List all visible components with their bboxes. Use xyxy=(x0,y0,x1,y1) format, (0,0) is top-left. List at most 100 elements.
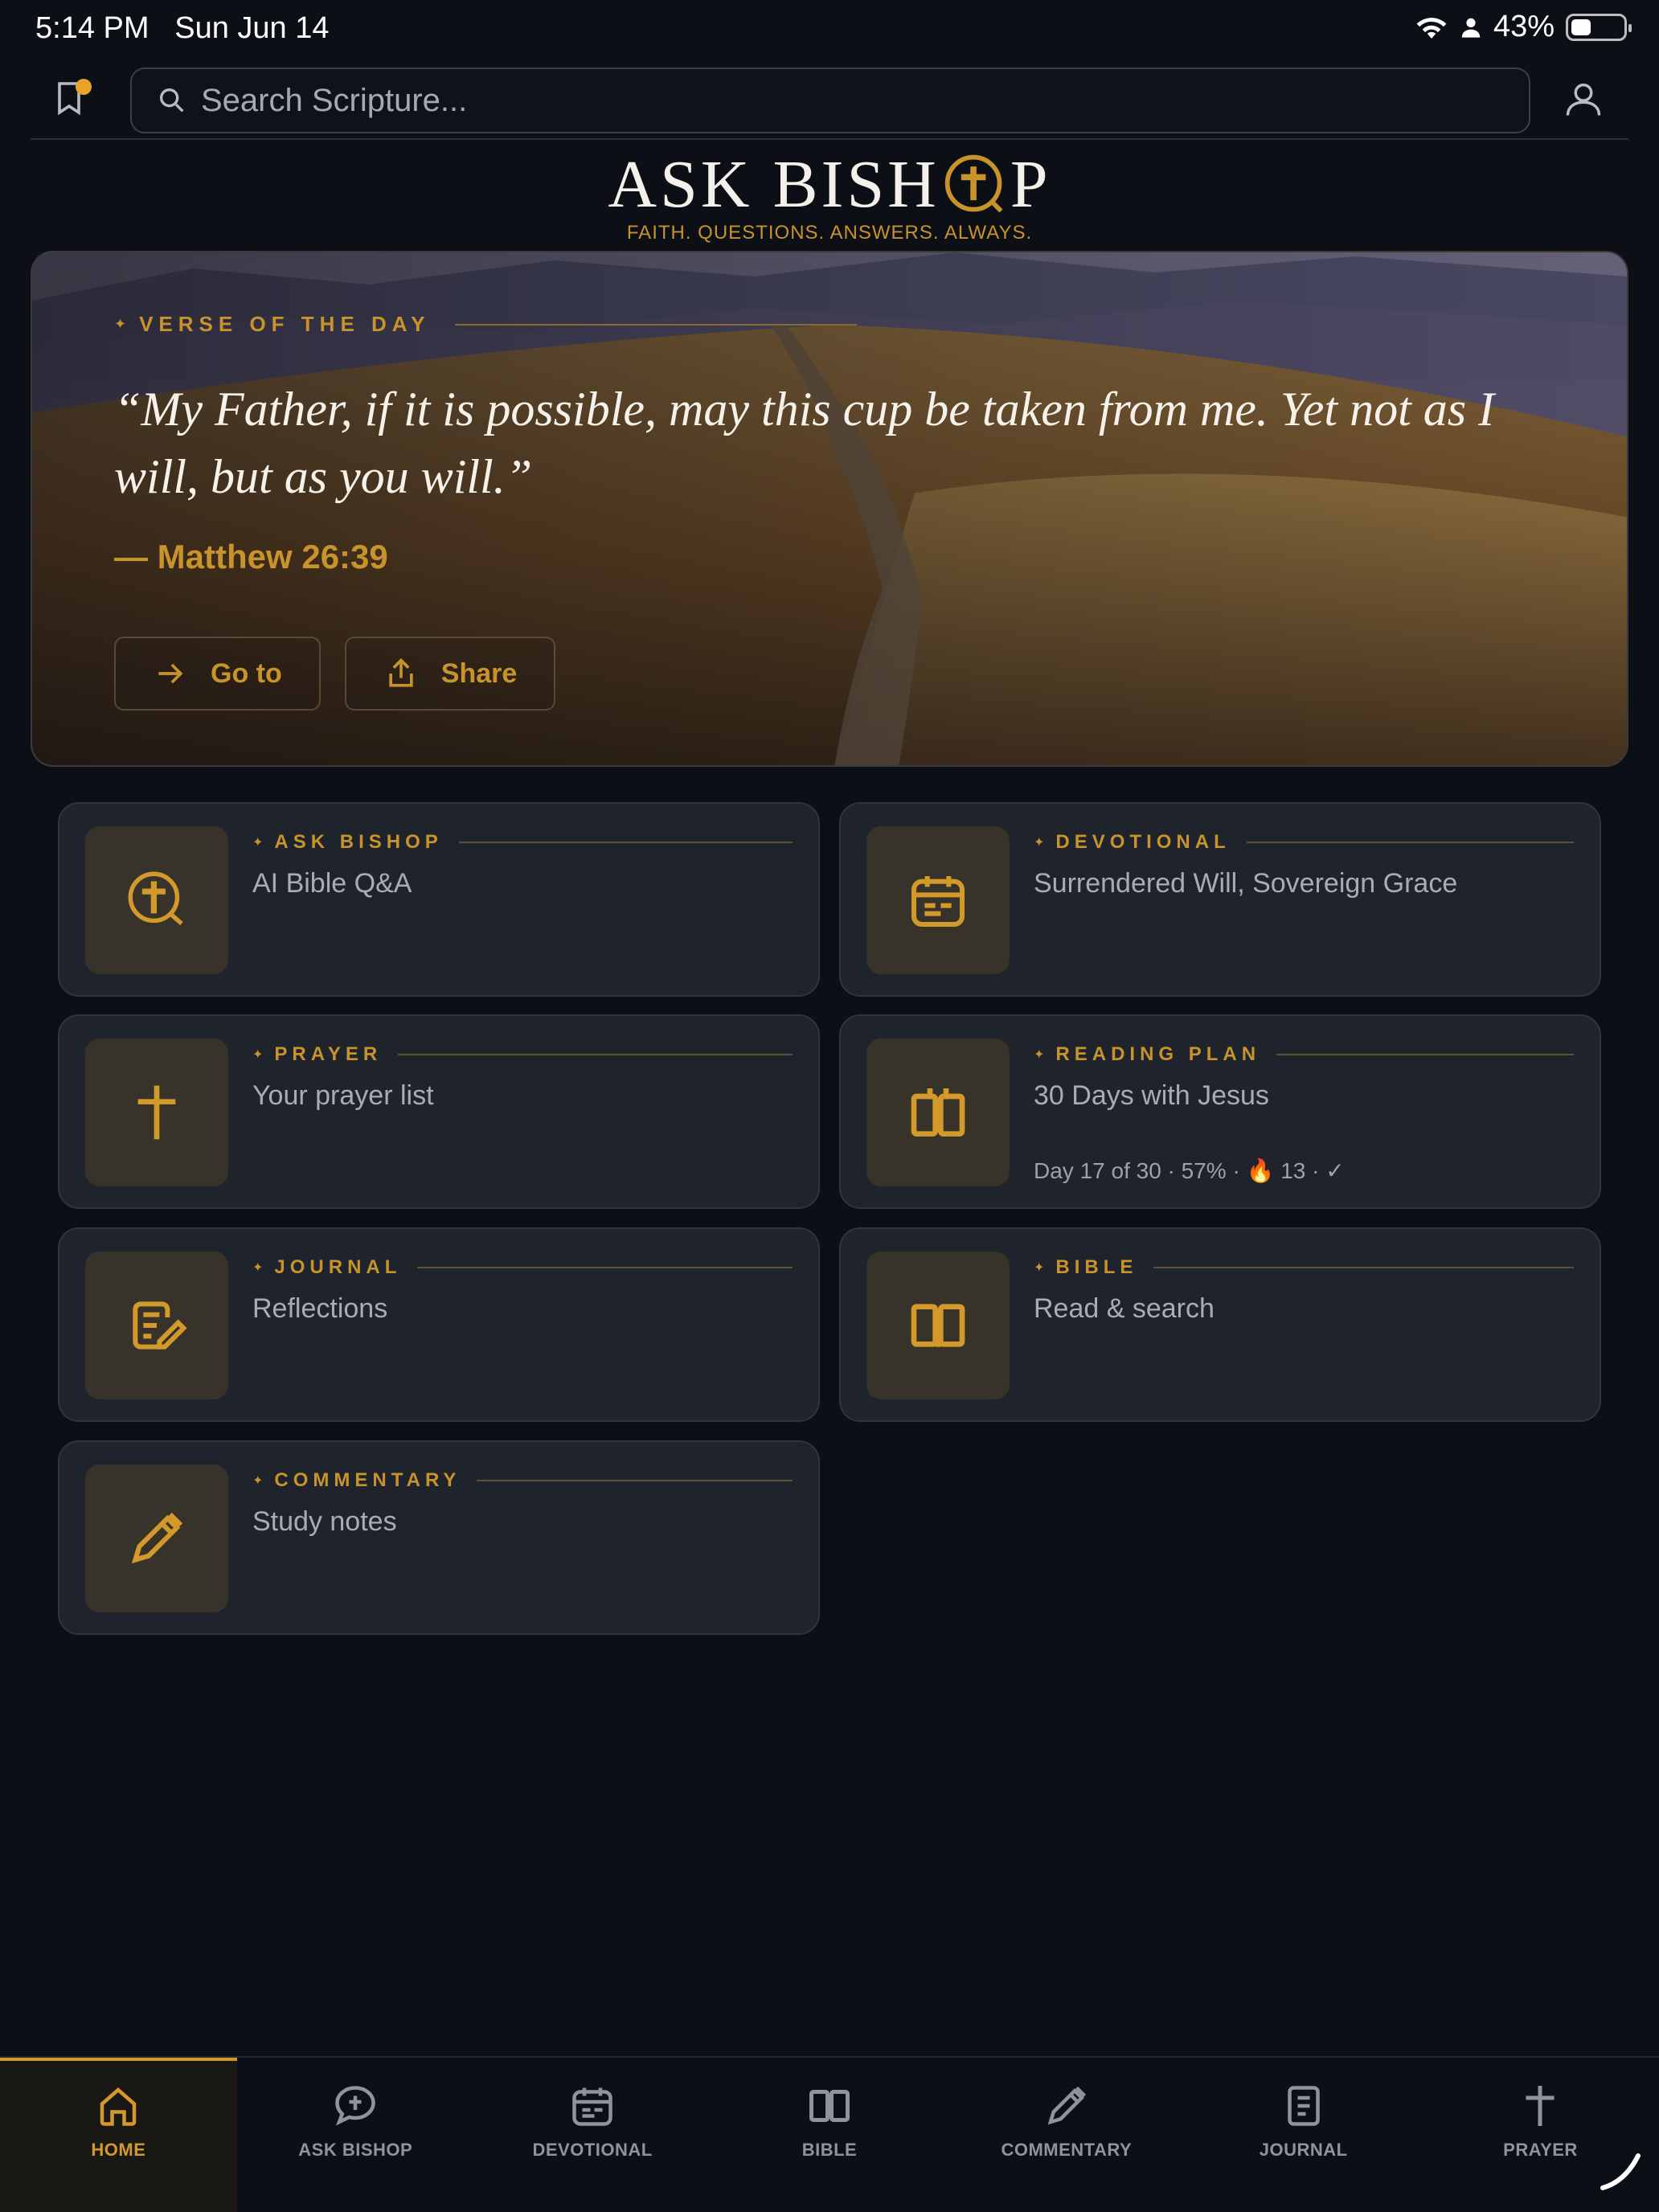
card-bible[interactable]: ✦ BIBLE Read & search xyxy=(839,1227,1601,1422)
book-icon xyxy=(911,1088,965,1137)
status-icons: 43% xyxy=(1415,10,1632,44)
nav-bible-label: BIBLE xyxy=(801,2140,858,2160)
nav-devotional[interactable]: DEVOTIONAL xyxy=(474,2058,711,2212)
status-bar: 5:14 PM Sun Jun 14 43% xyxy=(0,0,1659,61)
card-title: ✦ PRAYER xyxy=(252,1043,793,1066)
search-input[interactable] xyxy=(201,82,1487,119)
divider xyxy=(398,1054,793,1055)
share-button[interactable]: Share xyxy=(344,637,556,711)
logo-tagline: FAITH. QUESTIONS. ANSWERS. ALWAYS. xyxy=(626,222,1033,244)
nav-bible[interactable]: BIBLE xyxy=(711,2058,948,2212)
card-title: ✦ ASK BISHOP xyxy=(252,831,793,854)
cross-chat-icon xyxy=(944,154,1003,213)
card-icon-tile xyxy=(866,1251,1010,1399)
divider xyxy=(454,323,857,326)
card-subtitle: AI Bible Q&A xyxy=(252,868,412,899)
verse-content: ✦ VERSE OF THE DAY “My Father, if it is … xyxy=(114,312,1563,576)
search-bar[interactable] xyxy=(130,68,1530,133)
share-label: Share xyxy=(440,657,518,689)
verse-text: “My Father, if it is possible, may this … xyxy=(114,383,1495,503)
card-title-text: COMMENTARY xyxy=(274,1469,461,1491)
cross-icon xyxy=(1526,2086,1555,2126)
sparkle-icon: ✦ xyxy=(1034,1048,1045,1062)
card-title-text: ASK BISHOP xyxy=(274,831,443,853)
card-icon-tile xyxy=(866,1038,1010,1186)
card-icon-tile xyxy=(85,826,228,974)
nav-commentary[interactable]: COMMENTARY xyxy=(948,2058,1185,2212)
cross-chat-icon xyxy=(128,871,183,926)
nav-prayer-label: PRAYER xyxy=(1503,2140,1578,2160)
card-title: ✦ DEVOTIONAL xyxy=(1034,831,1574,854)
verse-eyebrow: ✦ VERSE OF THE DAY xyxy=(114,312,1563,337)
verse-of-the-day-card: ✦ VERSE OF THE DAY “My Father, if it is … xyxy=(31,251,1628,767)
logo-title-right: P xyxy=(1010,147,1051,222)
card-title-text: DEVOTIONAL xyxy=(1055,831,1231,853)
sparkle-icon: ✦ xyxy=(252,1261,264,1275)
divider xyxy=(477,1480,793,1481)
journal-edit-icon xyxy=(133,1301,187,1350)
card-title: ✦ BIBLE xyxy=(1034,1256,1574,1279)
battery-icon xyxy=(1566,13,1632,41)
nav-home[interactable]: HOME xyxy=(0,2058,237,2212)
calendar-icon xyxy=(911,876,965,927)
sparkle-icon: ✦ xyxy=(1034,836,1045,850)
book-icon xyxy=(809,2090,850,2122)
card-title-text: JOURNAL xyxy=(274,1256,402,1278)
card-prayer[interactable]: ✦ PRAYER Your prayer list xyxy=(58,1014,820,1209)
divider xyxy=(1153,1267,1574,1268)
nav-ask-bishop-label: ASK BISHOP xyxy=(298,2140,413,2160)
card-commentary[interactable]: ✦ COMMENTARY Study notes xyxy=(58,1440,820,1635)
goto-label: Go to xyxy=(211,657,282,689)
divider xyxy=(458,842,793,843)
card-title: ✦ COMMENTARY xyxy=(252,1469,793,1492)
home-indicator-icon xyxy=(1600,2153,1641,2190)
arrow-right-icon xyxy=(158,663,183,684)
verse-reference: — Matthew 26:39 xyxy=(114,538,388,576)
nav-ask-bishop[interactable]: ASK BISHOP xyxy=(237,2058,474,2212)
card-subtitle: Study notes xyxy=(252,1506,397,1537)
card-subtitle: 30 Days with Jesus xyxy=(1034,1080,1269,1111)
top-bar xyxy=(31,68,1628,140)
card-journal[interactable]: ✦ JOURNAL Reflections xyxy=(58,1227,820,1422)
home-icon xyxy=(100,2087,137,2126)
person-icon xyxy=(1461,18,1481,38)
card-title: ✦ READING PLAN xyxy=(1034,1043,1574,1066)
card-reading-plan[interactable]: ✦ READING PLAN 30 Days with Jesus Day 17 … xyxy=(839,1014,1601,1209)
divider xyxy=(1246,842,1574,843)
open-book-icon xyxy=(911,1304,965,1347)
divider xyxy=(1276,1054,1574,1055)
status-time: 5:14 PM xyxy=(35,11,150,45)
card-title-text: PRAYER xyxy=(274,1043,383,1065)
card-icon-tile xyxy=(85,1464,228,1612)
divider xyxy=(417,1267,793,1268)
verse-eyebrow-label: VERSE OF THE DAY xyxy=(139,312,431,336)
nav-commentary-label: COMMENTARY xyxy=(1001,2140,1133,2160)
cross-icon xyxy=(137,1085,176,1140)
card-subtitle: Surrendered Will, Sovereign Grace xyxy=(1034,868,1458,899)
nav-journal-label: JOURNAL xyxy=(1259,2140,1348,2160)
user-icon xyxy=(1566,83,1601,116)
battery-percent: 43% xyxy=(1493,10,1555,43)
sparkle-icon: ✦ xyxy=(1034,1261,1045,1275)
goto-button[interactable]: Go to xyxy=(114,637,321,711)
nav-journal[interactable]: JOURNAL xyxy=(1185,2058,1422,2212)
notification-dot xyxy=(76,79,92,95)
bookmarks-button[interactable] xyxy=(50,79,95,124)
sparkle-icon: ✦ xyxy=(252,836,264,850)
share-icon xyxy=(389,657,413,687)
app-logo: ASK BISH P FAITH. QUESTIONS. ANSWERS. ALW… xyxy=(0,150,1659,244)
profile-button[interactable] xyxy=(1563,79,1608,124)
bottom-navigation: HOME ASK BISHOP DEVOTIONAL BIBLE COMMENT… xyxy=(0,2056,1659,2212)
card-ask-bishop[interactable]: ✦ ASK BISHOP AI Bible Q&A xyxy=(58,802,820,997)
status-date: Sun Jun 14 xyxy=(174,11,330,45)
card-subtitle: Your prayer list xyxy=(252,1080,434,1111)
sparkle-icon: ✦ xyxy=(114,316,127,332)
card-devotional[interactable]: ✦ DEVOTIONAL Surrendered Will, Sovereign … xyxy=(839,802,1601,997)
card-icon-tile xyxy=(85,1251,228,1399)
chat-cross-icon xyxy=(335,2086,376,2126)
sparkle-icon: ✦ xyxy=(252,1474,264,1488)
sparkle-icon: ✦ xyxy=(252,1048,264,1062)
card-subtitle: Read & search xyxy=(1034,1293,1215,1324)
logo-title: ASK BISH P xyxy=(608,150,1051,220)
card-subtitle: Reflections xyxy=(252,1293,388,1324)
